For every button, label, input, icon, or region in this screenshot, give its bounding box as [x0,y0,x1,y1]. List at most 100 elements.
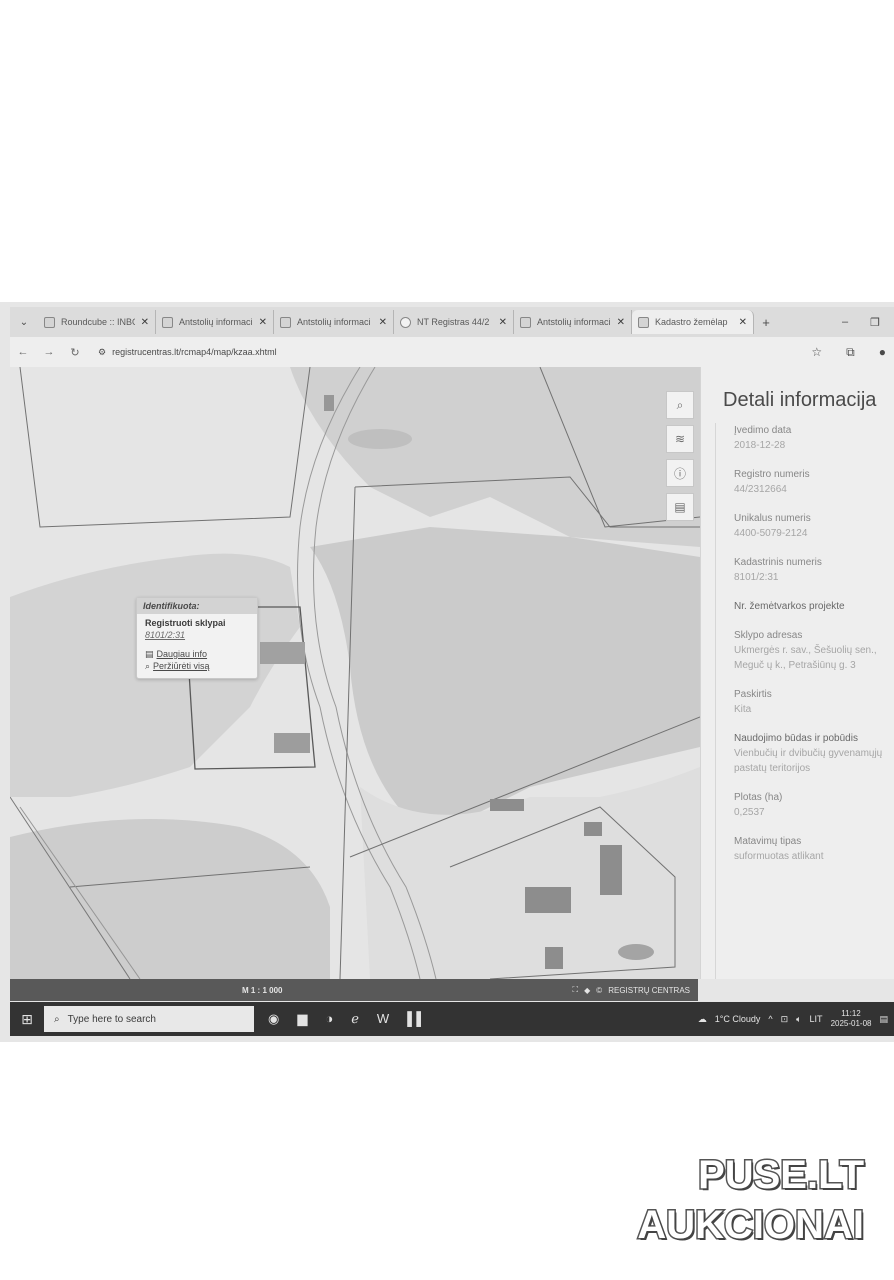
url-text: registrucentras.lt/rcmap4/map/kzaa.xhtml [112,347,277,357]
tab-kadastro[interactable]: Kadastro žemėlap ✕ [632,310,754,334]
field-label: Paskirtis [734,689,772,700]
popup-header: Identifikuota: [137,598,257,614]
field-label: Naudojimo būdas ir pobūdis [734,733,858,744]
close-icon[interactable]: ✕ [739,317,747,328]
clock-time: 11:12 [841,1009,861,1018]
info-icon[interactable]: ⓘ [666,459,694,487]
file-explorer-icon[interactable]: ▆ [297,1011,307,1027]
language-indicator[interactable]: LIT [810,1014,823,1024]
field-usage: Naudojimo būdas ir pobūdis Vienbučių ir … [716,731,894,790]
star-icon[interactable]: ☆ [811,345,822,360]
watermark: PUSE.LT AUKCIONAI [636,1150,866,1250]
clock[interactable]: 11:12 2025-01-08 [831,1009,872,1029]
building [525,887,571,913]
field-land-project-number: Nr. žemėtvarkos projekte [716,599,894,628]
field-label: Sklypo adresas [734,630,803,641]
document-icon[interactable]: ▤ [666,493,694,521]
clock-date: 2025-01-08 [830,1019,872,1028]
chrome-icon[interactable]: ◉ [268,1011,279,1027]
tab-label: Antstolių informaci [179,317,253,327]
field-value: Ukmergės r. sav., Šešuolių sen., Meguč ų… [734,645,877,671]
map-area-shade [348,429,412,449]
building [584,822,602,836]
map-canvas [10,367,700,979]
search-icon[interactable]: ⌕ [666,391,694,419]
tab-antstoliu-3[interactable]: Antstolių informaci ✕ [514,310,632,334]
extensions-icon[interactable]: ⧉ [846,345,855,360]
windows-start-icon[interactable]: ⊞ [10,1011,44,1028]
address-bar: ← → ↻ ⚙ registrucentras.lt/rcmap4/map/kz… [10,337,894,367]
taskbar-apps: ◉ ▆ ◑ ℯ W ▌▌ [268,1011,426,1027]
map-brand: ⛶ ◆ © REGISTRŲ CENTRAS [573,985,698,995]
taskbar: ⊞ ⌕ Type here to search ◉ ▆ ◑ ℯ W ▌▌ ☁ 1… [10,1002,894,1036]
forward-icon[interactable]: → [36,346,62,358]
notification-icon[interactable]: ▤ [879,1014,888,1025]
cadastral-map[interactable]: ⌕ ≋ ⓘ ▤ Identifikuota: Registruoti sklyp… [10,367,700,979]
map-area-shade [290,367,700,547]
network-icon[interactable]: ⊡ [781,1014,789,1025]
app-icon[interactable]: ◑ [325,1011,333,1027]
chevron-up-icon[interactable]: ^ [768,1014,772,1024]
fullscreen-icon[interactable]: ⛶ [573,985,579,995]
tab-nt-registras[interactable]: NT Registras 44/2 ✕ [394,310,514,334]
new-tab-button[interactable]: + [754,315,778,330]
profile-icon[interactable]: ● [879,345,886,360]
site-icon [520,316,531,328]
weather-text: 1°C Cloudy [714,1014,761,1024]
field-unique-number: Unikalus numeris 4400-5079-2124 [716,511,894,555]
tab-label: Antstolių informaci [537,317,611,327]
field-entry-date: Įvedimo data 2018-12-28 [716,423,894,467]
building [274,733,310,753]
app-icon[interactable]: ▌▌ [407,1011,425,1027]
close-icon[interactable]: ✕ [141,317,149,328]
map-area-shade [10,819,330,979]
tab-label: NT Registras 44/2 [417,317,490,327]
field-value: Vienbučių ir dvibučių gyvenamųjų pastatų… [734,748,883,774]
taskbar-search[interactable]: ⌕ Type here to search [44,1006,254,1032]
back-icon[interactable]: ← [10,346,36,358]
tab-roundcube[interactable]: Roundcube :: INBO ✕ [38,310,156,334]
window-controls: – ❐ [842,316,894,329]
word-icon[interactable]: W [377,1011,389,1027]
field-measurement-type: Matavimų tipas suformuotas atlikant [716,834,894,878]
mail-icon [44,316,55,328]
close-icon[interactable]: ✕ [499,317,507,328]
identify-popup: Identifikuota: Registruoti sklypai 8101/… [136,597,258,679]
site-icon [162,316,173,328]
field-value: 44/2312664 [734,484,787,495]
detail-panel: Detali informacija Įvedimo data 2018-12-… [700,367,894,979]
view-all-link[interactable]: ⌕ Peržiūrėti visą [145,660,249,672]
volume-icon[interactable]: 🔈︎ [796,1014,801,1025]
close-icon[interactable]: ✕ [379,317,387,328]
tab-strip: ⌄ Roundcube :: INBO ✕ Antstolių informac… [10,307,894,337]
reload-icon[interactable]: ↻ [62,346,88,359]
map-scale: M 1 : 1 000 [242,985,283,995]
layers-icon[interactable]: ≋ [666,425,694,453]
restore-icon[interactable]: ❐ [870,316,880,329]
panel-fields: Įvedimo data 2018-12-28 Registro numeris… [715,423,894,979]
field-label: Registro numeris [734,469,810,480]
field-value: 0,2537 [734,807,765,818]
tab-search-icon[interactable]: ⌄ [10,311,38,333]
tab-antstoliu-2[interactable]: Antstolių informaci ✕ [274,310,394,334]
more-info-link[interactable]: ▤ Daugiau info [145,648,249,660]
edge-icon[interactable]: ℯ [351,1011,359,1027]
field-value: Kita [734,704,752,715]
tab-antstoliu-1[interactable]: Antstolių informaci ✕ [156,310,274,334]
site-info-icon[interactable]: ⚙ [98,347,106,358]
field-address: Sklypo adresas Ukmergės r. sav., Šešuoli… [716,628,894,687]
building [600,845,622,895]
close-icon[interactable]: ✕ [617,317,625,328]
search-icon: ⌕ [145,661,151,671]
site-icon [638,316,649,328]
minimize-icon[interactable]: – [842,316,848,329]
watermark-line-2: AUKCIONAI [636,1202,866,1249]
gem-icon: ◆ [584,985,591,995]
field-purpose: Paskirtis Kita [716,687,894,731]
parcel-code-link[interactable]: 8101/2:31 [145,630,249,640]
parcel-boundary [19,367,311,528]
search-placeholder: Type here to search [67,1013,156,1025]
field-area: Plotas (ha) 0,2537 [716,790,894,834]
close-icon[interactable]: ✕ [259,317,267,328]
url-field[interactable]: ⚙ registrucentras.lt/rcmap4/map/kzaa.xht… [98,347,277,358]
